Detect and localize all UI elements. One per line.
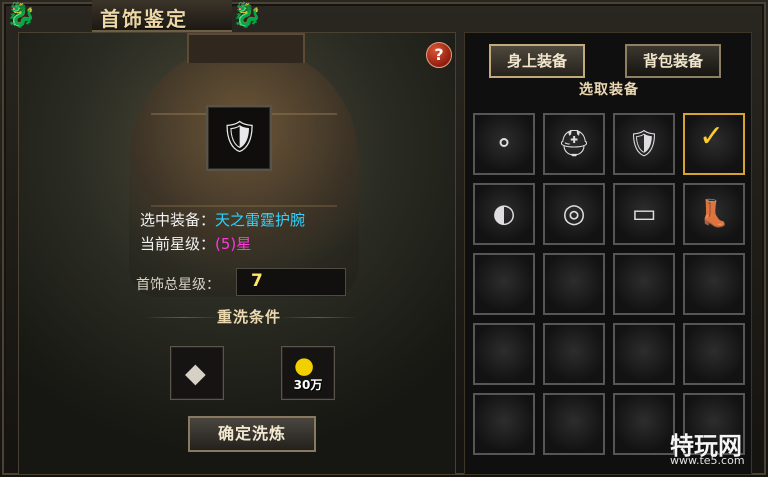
game-window-frame: 🐉 🐉 首饰鉴定 ? 🛡 选中装备：天之雷霆护腕 当前星级：(5)星 首饰总星级…	[0, 0, 768, 477]
equipment-slot[interactable]: ◐	[473, 183, 535, 245]
tab-worn-equipment[interactable]: 身上装备	[489, 44, 585, 78]
empty-slot[interactable]	[613, 393, 675, 455]
background-vase-decoration	[129, 33, 359, 297]
empty-slot[interactable]	[473, 323, 535, 385]
empty-slot[interactable]	[473, 393, 535, 455]
helmet-icon: ⛑	[557, 129, 591, 159]
jewelry-appraisal-panel	[18, 32, 456, 475]
empty-slot[interactable]	[543, 393, 605, 455]
boots-icon: 👢	[697, 199, 731, 229]
question-icon[interactable]: ?	[426, 42, 452, 68]
ore-icon: ◆	[185, 358, 206, 389]
dragon-ornament-icon: 🐉	[6, 1, 36, 29]
bracelet-icon: ◐	[492, 199, 516, 229]
empty-slot[interactable]	[683, 323, 745, 385]
equipment-slot[interactable]: ⚬	[473, 113, 535, 175]
current-star-line: 当前星级：(5)星	[140, 235, 251, 253]
gold-cost-text: 30万	[293, 378, 323, 392]
current-star-label: 当前星级：	[140, 235, 216, 253]
selected-equipment-line: 选中装备：天之雷霆护腕	[140, 211, 305, 229]
equipment-slot[interactable]: ▭	[613, 183, 675, 245]
jewelry-total-star-label: 首饰总星级：	[136, 277, 220, 293]
equipment-slot-selected[interactable]: ✓	[683, 113, 745, 175]
site-watermark: 特玩网 www.te5.com	[670, 426, 762, 470]
jewelry-total-star-box: 7	[236, 268, 346, 296]
belt-icon: ▭	[631, 199, 657, 229]
equipment-slot[interactable]: 🛡	[613, 113, 675, 175]
tab-bag-equipment[interactable]: 背包装备	[625, 44, 721, 78]
requirement-slot-gold[interactable]: ● 30万	[281, 346, 335, 400]
confirm-wash-button[interactable]: 确定洗炼	[188, 416, 316, 452]
empty-slot[interactable]	[543, 253, 605, 315]
requirement-slot-ore[interactable]: ◆	[170, 346, 224, 400]
bracer-icon: 🛡	[220, 119, 260, 155]
equipment-grid: ⚬ ⛑ 🛡 ✓ ◐ ◎ ▭ 👢	[473, 113, 753, 468]
equipment-selection-panel: 身上装备 背包装备 选取装备 ⚬ ⛑ 🛡 ✓ ◐ ◎ ▭ 👢	[464, 32, 752, 475]
empty-slot[interactable]	[613, 253, 675, 315]
watermark-url: www.te5.com	[670, 454, 745, 467]
empty-slot[interactable]	[683, 253, 745, 315]
selected-equipment-preview-slot: 🛡	[206, 105, 272, 171]
window-title: 首饰鉴定	[100, 7, 188, 31]
empty-slot[interactable]	[613, 323, 675, 385]
section-divider-right	[279, 317, 357, 318]
dragon-ornament-icon: 🐉	[232, 1, 262, 29]
select-equipment-title: 选取装备	[579, 82, 639, 98]
necklace-icon: ⚬	[493, 129, 515, 159]
equipment-slot[interactable]: 👢	[683, 183, 745, 245]
ring-icon: ◎	[562, 199, 586, 229]
equipment-slot[interactable]: ◎	[543, 183, 605, 245]
empty-slot[interactable]	[473, 253, 535, 315]
empty-slot[interactable]	[543, 323, 605, 385]
selected-equipment-name: 天之雷霆护腕	[215, 211, 306, 229]
current-star-value: (5)星	[215, 235, 252, 253]
jewelry-total-star-value: 7	[251, 271, 263, 291]
checkmark-icon: ✓	[699, 119, 725, 154]
selected-equipment-label: 选中装备：	[140, 211, 216, 229]
bracer-icon: 🛡	[627, 129, 661, 159]
equipment-slot[interactable]: ⛑	[543, 113, 605, 175]
